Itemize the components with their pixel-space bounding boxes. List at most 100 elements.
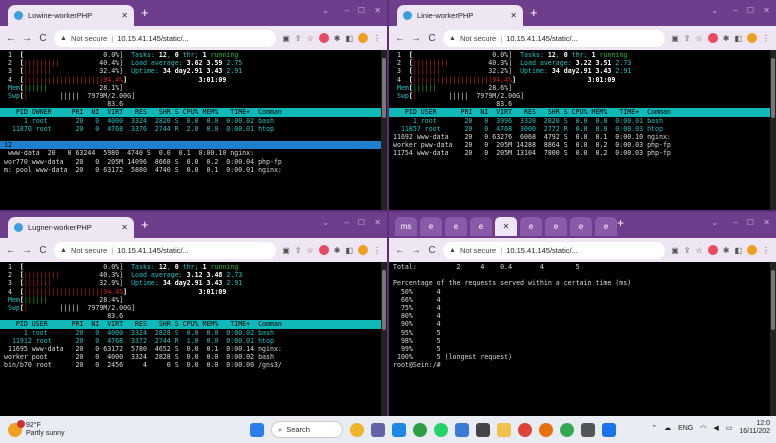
maximize-icon[interactable]: ☐ [358,218,365,227]
browser-tab[interactable]: ms [395,217,417,236]
star-icon[interactable]: ☆ [696,34,703,43]
address-bar[interactable]: ▲ Not secure | 10.15.41.145/static/... [54,241,277,259]
scrollbar[interactable] [770,50,776,210]
scrollbar[interactable] [770,262,776,416]
close-tab-icon[interactable]: ✕ [510,11,517,20]
back-icon[interactable]: ← [395,245,405,256]
folder-icon[interactable] [497,422,511,437]
forward-icon[interactable]: → [411,245,421,256]
screenshot-icon[interactable]: ▣ [282,34,290,43]
new-tab-icon[interactable]: + [141,217,149,233]
address-bar[interactable]: ▲ Not secure | 10.15.41.145/static/... [54,29,277,47]
terminal-output[interactable]: 1 [ 0.0%] Tasks: 12, 0 thr; 1 running 2 … [0,262,387,416]
close-window-icon[interactable]: ✕ [763,6,770,15]
browser-tab[interactable]: e [595,217,617,236]
forward-icon[interactable]: → [411,33,421,44]
reload-icon[interactable]: C [427,33,437,44]
forward-icon[interactable]: → [22,245,32,256]
back-icon[interactable]: ← [395,33,405,44]
address-bar[interactable]: ▲ Not secure | 10.15.41.145/static/... [443,29,666,47]
close-window-icon[interactable]: ✕ [374,218,381,227]
close-tab-icon[interactable]: ✕ [121,223,128,232]
terminal-output[interactable]: Total: 2 4 0.4 4 5 Percentage of the req… [389,262,776,416]
profile-avatar-icon[interactable] [747,245,757,255]
back-icon[interactable]: ← [6,245,16,256]
minimize-icon[interactable]: – [734,6,738,15]
browser-tab[interactable]: Linie-workerPHP ✕ [397,5,523,26]
extension-icon[interactable] [318,33,329,43]
new-tab-icon[interactable]: + [141,5,149,21]
browser-tab[interactable]: e [420,217,442,236]
maximize-icon[interactable]: ☐ [747,6,754,15]
profile-avatar-icon[interactable] [358,33,368,43]
share-icon[interactable]: ⇪ [684,246,691,255]
new-tab-icon[interactable]: + [530,5,538,21]
minimize-icon[interactable]: – [345,218,349,227]
menu-icon[interactable]: ⋮ [762,34,770,43]
close-window-icon[interactable]: ✕ [374,6,381,15]
minimize-icon[interactable]: – [345,6,349,15]
wifi-icon[interactable]: ◠ [700,424,706,432]
app-icon[interactable] [476,422,490,437]
vscode-icon[interactable] [392,422,406,437]
menu-icon[interactable]: ⋮ [373,246,381,255]
maximize-icon[interactable]: ☐ [747,218,754,227]
screenshot-icon[interactable]: ▣ [671,246,679,255]
puzzle-icon[interactable]: ✱ [723,246,730,255]
active-tab-close-icon[interactable]: ✕ [495,217,517,236]
language-indicator[interactable]: ENG [678,425,693,432]
share-icon[interactable]: ⇪ [684,34,691,43]
sidepanel-icon[interactable]: ◧ [734,246,742,255]
chat-icon[interactable] [371,422,385,437]
extension-icon[interactable] [707,33,718,43]
menu-icon[interactable]: ⋮ [762,246,770,255]
browser-tab[interactable]: e [520,217,542,236]
battery-icon[interactable]: ▭ [726,424,733,432]
scrollbar[interactable] [381,262,387,416]
address-bar[interactable]: ▲ Not secure | 10.15.41.145/static/... [443,241,666,259]
share-icon[interactable]: ⇪ [295,246,302,255]
browser-tab[interactable]: e [470,217,492,236]
app-icon[interactable] [539,422,553,437]
screenshot-icon[interactable]: ▣ [671,34,679,43]
chevron-down-icon[interactable]: ⌄ [711,218,718,227]
menu-icon[interactable]: ⋮ [373,34,381,43]
new-tab-icon[interactable]: + [617,216,624,230]
browser-tab[interactable]: e [445,217,467,236]
star-icon[interactable]: ☆ [307,34,314,43]
windows-start-icon[interactable] [250,422,264,437]
profile-avatar-icon[interactable] [747,33,757,43]
widgets-icon[interactable] [350,422,364,437]
browser-tab[interactable]: Lugner-workerPHP ✕ [8,217,134,238]
chevron-down-icon[interactable]: ⌄ [711,6,718,15]
screenshot-icon[interactable]: ▣ [282,246,290,255]
shield-icon[interactable] [455,422,469,437]
chevron-up-icon[interactable]: ⌃ [651,424,657,432]
chrome-icon[interactable] [560,422,574,437]
volume-icon[interactable]: ◀ [713,424,718,432]
puzzle-icon[interactable]: ✱ [723,34,730,43]
extension-icon[interactable] [707,245,718,255]
terminal-output[interactable]: 1 [ 0.0%] Tasks: 12, 0 thr; 1 running 2 … [0,50,387,210]
scrollbar[interactable] [381,50,387,210]
app-icon[interactable] [413,422,427,437]
minimize-icon[interactable]: – [734,218,738,227]
forward-icon[interactable]: → [22,33,32,44]
profile-avatar-icon[interactable] [358,245,368,255]
sidepanel-icon[interactable]: ◧ [345,34,353,43]
extension-icon[interactable] [318,245,329,255]
browser-tab[interactable]: e [545,217,567,236]
chevron-down-icon[interactable]: ⌄ [322,218,329,227]
cloud-icon[interactable]: ☁ [664,424,671,432]
browser-tab[interactable]: e [570,217,592,236]
chevron-down-icon[interactable]: ⌄ [322,6,329,15]
app-icon[interactable] [602,422,616,437]
back-icon[interactable]: ← [6,33,16,44]
share-icon[interactable]: ⇪ [295,34,302,43]
taskbar-search[interactable]: ⌕ Search [271,421,343,438]
star-icon[interactable]: ☆ [696,246,703,255]
puzzle-icon[interactable]: ✱ [334,34,341,43]
weather-widget[interactable]: 92°F Partly sunny [0,419,100,438]
star-icon[interactable]: ☆ [307,246,314,255]
clock[interactable]: 12:0 16/11/202 [739,420,770,436]
